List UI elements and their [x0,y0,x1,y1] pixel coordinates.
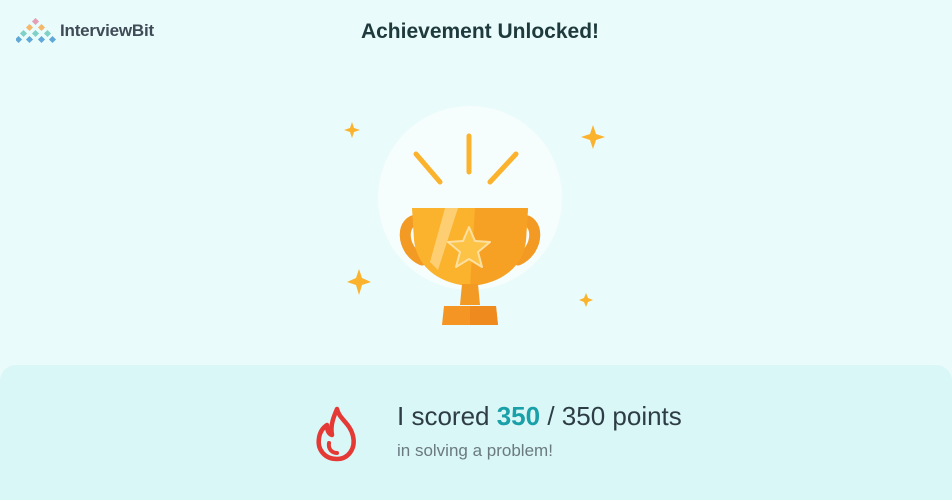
score-value: 350 [496,401,541,431]
score-total: 350 [561,401,606,431]
fire-icon [310,405,364,463]
page-title: Achievement Unlocked! [360,20,600,43]
sparkle-icon [347,269,371,295]
score-prefix: I scored [397,401,497,431]
score-text: I scored 350 / 350 points [397,401,682,432]
score-suffix: points [605,401,682,431]
achievement-page: InterviewBit Achievement Unlocked! I sco… [0,0,952,500]
score-subtext: in solving a problem! [397,441,553,460]
sparkle-icon [581,125,605,149]
score-card: I scored 350 / 350 points in solving a p… [0,365,952,500]
trophy-illustration [330,100,630,340]
sparkle-icon [579,293,593,307]
sparkle-icon [344,122,360,138]
score-separator: / [540,401,562,431]
